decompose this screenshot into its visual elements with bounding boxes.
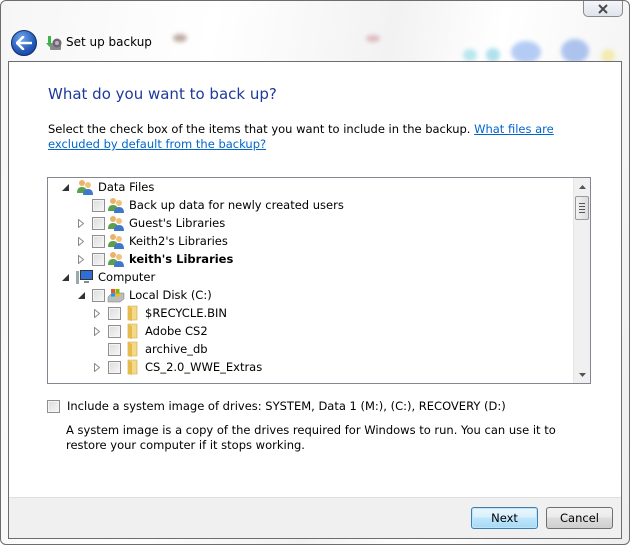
system-image-option[interactable]: Include a system image of drives: SYSTEM… bbox=[47, 399, 506, 413]
users-icon bbox=[107, 251, 125, 267]
tree-item[interactable]: keith's Libraries bbox=[76, 250, 233, 268]
backup-items-tree[interactable]: Data Files Back up data for newly created… bbox=[47, 177, 591, 384]
tree-item[interactable]: Guest's Libraries bbox=[76, 214, 225, 232]
tree-item-checkbox[interactable] bbox=[108, 306, 121, 320]
expand-toggle-icon[interactable] bbox=[76, 218, 86, 228]
scroll-down-button[interactable] bbox=[574, 366, 590, 383]
tree-item-label: Keith2's Libraries bbox=[129, 234, 228, 248]
tree-item-label: CS_2.0_WWE_Extras bbox=[145, 360, 263, 374]
tree-item[interactable]: Back up data for newly created users bbox=[76, 196, 344, 214]
back-button[interactable] bbox=[11, 30, 37, 56]
expand-toggle-icon[interactable] bbox=[92, 308, 102, 318]
collapse-toggle-icon[interactable] bbox=[76, 290, 86, 300]
expand-toggle-icon[interactable] bbox=[76, 254, 86, 264]
users-icon bbox=[76, 179, 94, 195]
folder-icon bbox=[123, 305, 141, 321]
system-image-label: Include a system image of drives: SYSTEM… bbox=[67, 399, 506, 413]
tree-item-label: Local Disk (C:) bbox=[129, 288, 212, 302]
tree-item-checkbox[interactable] bbox=[92, 198, 105, 212]
back-arrow-icon bbox=[16, 36, 32, 50]
tree-item-label: keith's Libraries bbox=[129, 252, 234, 266]
button-bar: Next Cancel bbox=[9, 497, 621, 538]
close-icon bbox=[598, 3, 608, 14]
tree-item[interactable]: Data Files bbox=[60, 178, 154, 196]
next-button[interactable]: Next bbox=[471, 507, 538, 529]
tree-item[interactable]: CS_2.0_WWE_Extras bbox=[92, 358, 262, 376]
expand-toggle-icon[interactable] bbox=[92, 326, 102, 336]
tree-item-checkbox[interactable] bbox=[92, 288, 105, 302]
scroll-thumb[interactable] bbox=[575, 196, 589, 220]
system-image-description: A system image is a copy of the drives r… bbox=[66, 423, 556, 452]
cancel-button[interactable]: Cancel bbox=[546, 507, 613, 529]
scroll-up-button[interactable] bbox=[574, 178, 590, 195]
tree-item[interactable]: archive_db bbox=[92, 340, 208, 358]
tree-item-checkbox[interactable] bbox=[92, 252, 105, 266]
tree-item-checkbox[interactable] bbox=[108, 360, 121, 374]
users-icon bbox=[107, 197, 125, 213]
page-title: What do you want to back up? bbox=[48, 85, 277, 103]
content-panel: What do you want to back up? Select the … bbox=[8, 61, 622, 539]
tree-item-checkbox[interactable] bbox=[108, 342, 121, 356]
arrow-down-icon bbox=[579, 372, 586, 377]
tree-item-checkbox[interactable] bbox=[92, 216, 105, 230]
tree-item[interactable]: Computer bbox=[60, 268, 155, 286]
expand-toggle-icon[interactable] bbox=[76, 236, 86, 246]
computer-icon bbox=[76, 269, 94, 285]
instructions-text: Select the check box of the items that y… bbox=[48, 122, 588, 152]
instructions-label: Select the check box of the items that y… bbox=[48, 122, 475, 136]
tree-item-label: Data Files bbox=[98, 180, 155, 194]
system-image-checkbox[interactable] bbox=[47, 399, 60, 413]
folder-icon bbox=[123, 323, 141, 339]
tree-scrollbar[interactable] bbox=[573, 178, 590, 383]
drive-icon bbox=[107, 287, 125, 303]
tree-item[interactable]: Keith2's Libraries bbox=[76, 232, 228, 250]
setup-backup-window: Set up backup What do you want to back u… bbox=[0, 0, 630, 545]
close-button[interactable] bbox=[583, 1, 623, 17]
tree-item-label: Computer bbox=[98, 270, 156, 284]
window-title: Set up backup bbox=[66, 35, 152, 49]
tree-item-label: Back up data for newly created users bbox=[129, 198, 344, 212]
tree-item-label: $RECYCLE.BIN bbox=[145, 306, 228, 320]
tree-item[interactable]: Local Disk (C:) bbox=[76, 286, 212, 304]
users-icon bbox=[107, 215, 125, 231]
collapse-toggle-icon[interactable] bbox=[60, 272, 70, 282]
tree-item[interactable]: Adobe CS2 bbox=[92, 322, 208, 340]
folder-icon bbox=[123, 341, 141, 357]
tree-item[interactable]: $RECYCLE.BIN bbox=[92, 304, 227, 322]
tree-item-label: Adobe CS2 bbox=[145, 324, 208, 338]
collapse-toggle-icon[interactable] bbox=[60, 182, 70, 192]
tree-item-label: Guest's Libraries bbox=[129, 216, 226, 230]
expand-toggle-icon[interactable] bbox=[92, 362, 102, 372]
backup-icon bbox=[46, 36, 62, 50]
arrow-up-icon bbox=[579, 184, 586, 189]
tree-item-checkbox[interactable] bbox=[108, 324, 121, 338]
title-bar: Set up backup bbox=[1, 1, 629, 63]
tree-item-label: archive_db bbox=[145, 342, 208, 356]
folder-icon bbox=[123, 359, 141, 375]
users-icon bbox=[107, 233, 125, 249]
tree-item-checkbox[interactable] bbox=[92, 234, 105, 248]
